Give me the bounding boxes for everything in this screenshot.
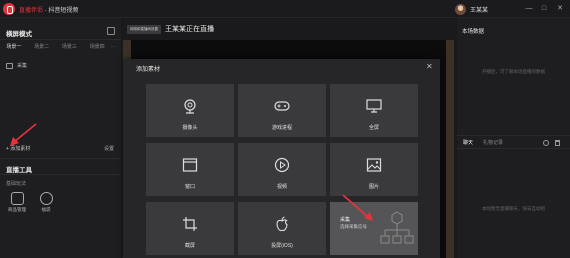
source-label: 采集 (17, 63, 28, 69)
tile-label: 视频 (276, 184, 287, 190)
trash-icon[interactable] (555, 140, 560, 146)
tile-screenshot[interactable]: 截屏 (146, 202, 234, 255)
scene-more-button[interactable]: ··· (111, 41, 121, 53)
maximize-button[interactable]: □ (539, 3, 549, 15)
app-subtitle: 抖音短视频 (48, 8, 79, 14)
scene-tabs: 场景一 场景二 场景三 场景四 ··· (0, 41, 121, 53)
tool-label: 商品管理 (8, 207, 26, 212)
minimize-button[interactable]: — (524, 3, 534, 15)
tile-game-process[interactable]: 游戏进程 (238, 84, 326, 137)
tile-window[interactable]: 窗口 (146, 143, 234, 196)
tile-label: 图片 (368, 184, 379, 190)
tile-label: 摄像头 (182, 125, 198, 131)
tile-label: 截屏 (184, 243, 195, 249)
tile-label: 全屏 (368, 125, 379, 131)
left-panel: 横屏模式 场景一 场景二 场景三 场景四 ··· 采集 + 添加素材 设置 直播… (0, 18, 121, 258)
layout-title: 横屏模式 (6, 31, 32, 38)
close-icon[interactable]: ✕ (426, 62, 433, 71)
tile-sublabel: 选择采集信号 (340, 224, 367, 229)
bag-icon (10, 192, 24, 205)
window-icon (182, 158, 198, 172)
switch-layout-icon[interactable] (107, 27, 115, 35)
stats-title: 本场数据 (462, 29, 485, 35)
tools-header: 直播工具 (0, 158, 121, 175)
app-name: 直播伴侣 (19, 8, 44, 14)
tile-video[interactable]: 视频 (238, 143, 326, 196)
add-material-dialog: 添加素材 ✕ 摄像头 游戏进程 全屏 窗口 视频 图片 截屏 投屏(iOS) 采… (124, 59, 440, 258)
chat-tabs: 聊天 礼物记录 (457, 135, 570, 149)
crop-icon (183, 217, 197, 231)
tab-gift-records[interactable]: 礼物记录 (483, 139, 503, 146)
stream-header: 网络和直播间设置 王某某正在直播 ✎ (123, 18, 454, 40)
title-bar: 直播伴侣 · 抖音短视频 王某某 — □ ✕ (0, 0, 570, 18)
tab-scene-3[interactable]: 场景三 (56, 41, 84, 53)
stats-empty-hint: 开播后，可了解本场直播的数据 (482, 69, 545, 74)
tab-scene-4[interactable]: 场景四 (83, 41, 111, 53)
capture-icon (380, 211, 414, 244)
gift-icon (39, 192, 53, 205)
webcam-icon (184, 99, 196, 114)
room-title: 王某某正在直播 (165, 26, 214, 33)
tool-product-management[interactable]: 商品管理 (4, 192, 30, 213)
tool-label: 福袋 (41, 207, 51, 212)
edit-title-icon[interactable]: ✎ (209, 25, 215, 33)
tab-scene-2[interactable]: 场景二 (28, 41, 56, 53)
app-title: 直播伴侣 · 抖音短视频 (19, 8, 79, 14)
gear-icon[interactable] (543, 140, 549, 146)
tile-webcam[interactable]: 摄像头 (146, 84, 234, 137)
tile-label: 采集 (340, 217, 351, 223)
username: 王某某 (470, 7, 489, 14)
avatar[interactable] (455, 3, 466, 15)
add-source-label: + 添加素材 (6, 146, 31, 152)
apple-icon (276, 216, 288, 232)
close-window-button[interactable]: ✕ (555, 3, 565, 15)
tab-scene-1[interactable]: 场景一 (0, 41, 28, 53)
tab-chat[interactable]: 聊天 (463, 139, 473, 146)
tile-label: 游戏进程 (271, 125, 292, 131)
tools-subtitle: 基础玩法 (6, 181, 27, 187)
user-menu[interactable]: 王某某 (455, 3, 488, 15)
tile-label: 投屏(iOS) (271, 243, 293, 249)
image-icon (366, 158, 382, 172)
app-logo-icon (3, 3, 15, 15)
gamepad-icon (274, 101, 290, 111)
capture-source-icon (6, 62, 13, 69)
room-settings-badge[interactable]: 网络和直播间设置 (127, 25, 161, 34)
tools-title: 直播工具 (6, 167, 32, 174)
chat-empty-hint: 本场暂无直播聊天，快去互动吧 (482, 206, 545, 211)
source-item[interactable]: 采集 (6, 62, 27, 69)
monitor-icon (366, 99, 382, 113)
tile-label: 窗口 (184, 184, 195, 190)
tile-image[interactable]: 图片 (330, 143, 418, 196)
tile-capture[interactable]: 采集 选择采集信号 (330, 202, 418, 255)
dialog-title: 添加素材 (136, 67, 161, 73)
tool-lucky-bag[interactable]: 福袋 (33, 192, 59, 213)
layout-header: 横屏模式 (0, 23, 121, 40)
tile-fullscreen[interactable]: 全屏 (330, 84, 418, 137)
right-panel: 本场数据 开播后，可了解本场直播的数据 聊天 礼物记录 本场暂无直播聊天，快去互… (457, 18, 570, 258)
tile-ios-cast[interactable]: 投屏(iOS) (238, 202, 326, 255)
add-source-button[interactable]: + 添加素材 (6, 145, 30, 152)
play-icon (274, 157, 290, 173)
settings-link[interactable]: 设置 (104, 145, 114, 152)
